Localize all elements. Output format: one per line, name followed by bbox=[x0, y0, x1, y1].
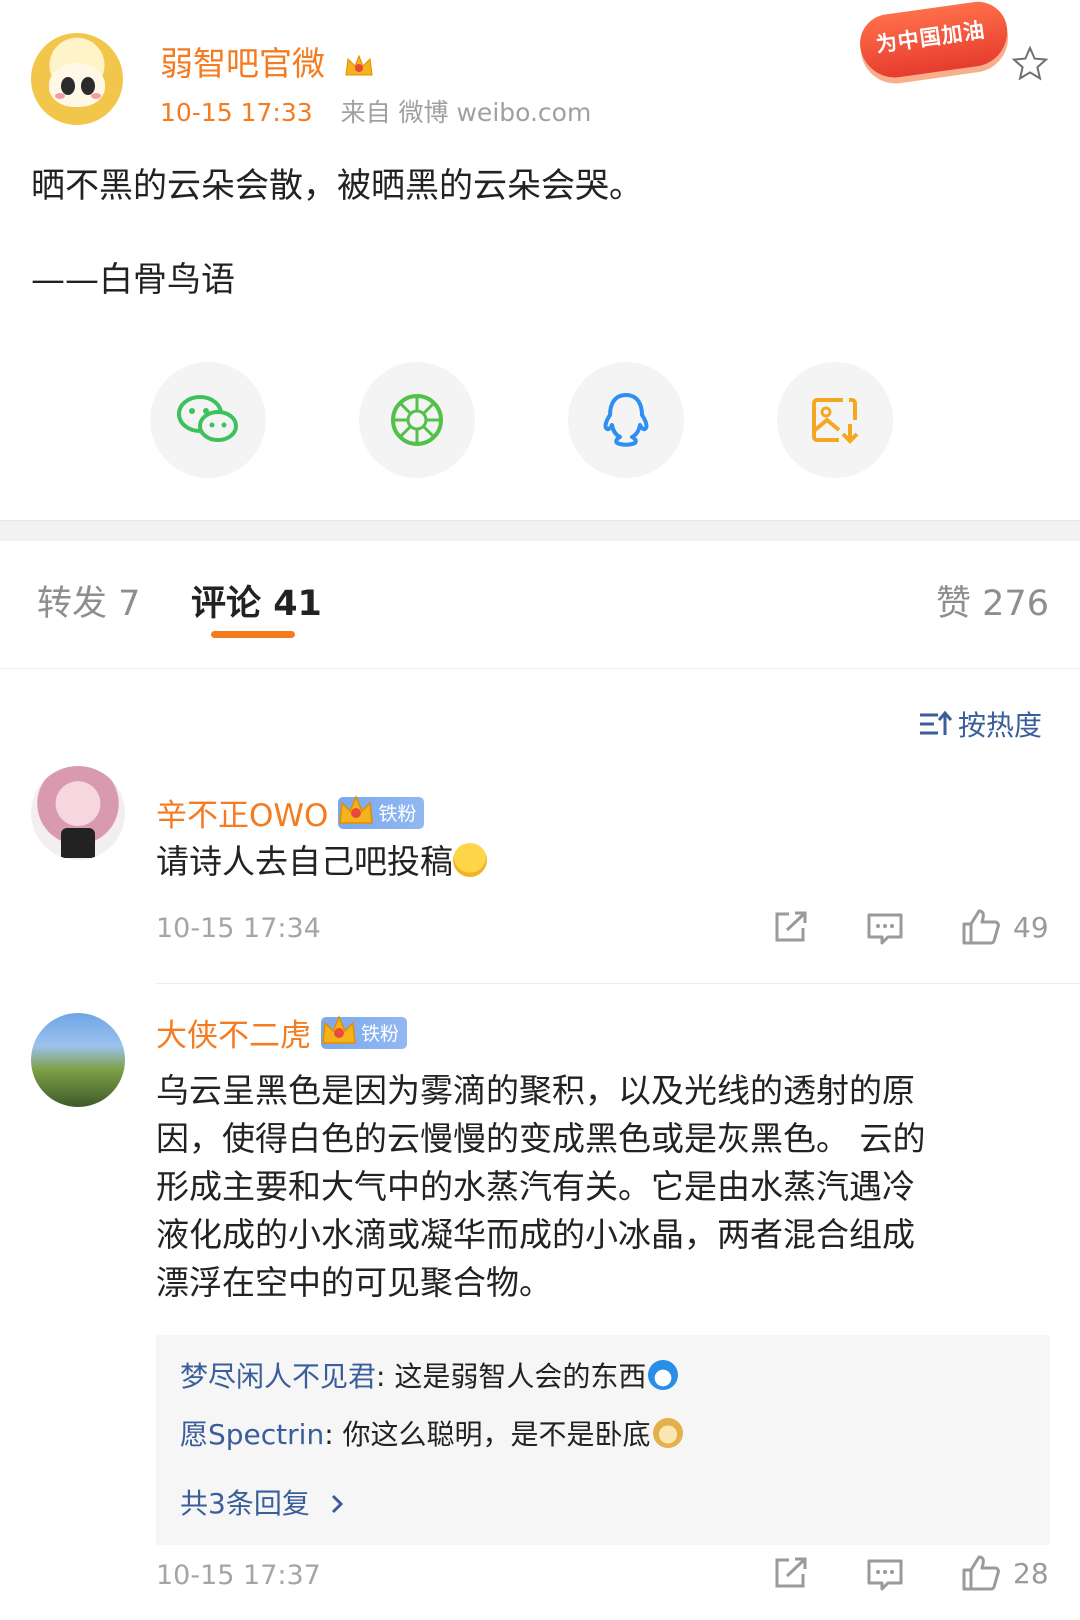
comment-icon bbox=[867, 1559, 903, 1591]
view-all-replies-link[interactable]: 共3条回复 bbox=[180, 1482, 347, 1522]
tab-repost[interactable]: 转发 7 bbox=[37, 575, 140, 626]
comment-avatar[interactable] bbox=[31, 1013, 125, 1107]
qq-icon bbox=[603, 393, 649, 447]
sort-icon bbox=[920, 710, 952, 735]
comment-separator bbox=[156, 983, 1080, 984]
save-image-icon bbox=[812, 398, 859, 444]
poster-avatar[interactable] bbox=[31, 33, 123, 125]
thumbs-up-icon bbox=[962, 1555, 1000, 1591]
reply-item[interactable]: 愿Spectrin: 你这么聪明，是不是卧底 bbox=[180, 1413, 683, 1453]
comment-author[interactable]: 辛不正OWO 铁粉 bbox=[156, 790, 425, 835]
comment-time: 10-15 17:34 bbox=[156, 913, 321, 944]
tab-divider bbox=[0, 668, 1080, 669]
poster-name[interactable]: 弱智吧官微 bbox=[160, 37, 374, 85]
comment-like-button[interactable]: 49 bbox=[961, 908, 1049, 946]
comment-repost-button[interactable] bbox=[773, 1556, 809, 1590]
reply-preview-box[interactable]: 梦尽闲人不见君: 这是弱智人会的东西 愿Spectrin: 你这么聪明，是不是卧… bbox=[156, 1335, 1050, 1545]
save-image-button[interactable] bbox=[777, 362, 893, 478]
comment-author[interactable]: 大侠不二虎 铁粉 bbox=[156, 1010, 408, 1055]
tab-likes[interactable]: 赞 276 bbox=[936, 575, 1049, 626]
comment-avatar[interactable] bbox=[31, 766, 125, 860]
post-text-line-2: ——白骨鸟语 bbox=[31, 260, 235, 300]
vip-crown-icon bbox=[344, 54, 373, 75]
comment-text: 请诗人去自己吧投稿 bbox=[156, 838, 1046, 886]
share-wechat-button[interactable] bbox=[150, 362, 266, 478]
favorite-star-icon[interactable] bbox=[1010, 44, 1050, 84]
post-time: 10-15 17:33 bbox=[160, 98, 313, 127]
wechat-icon bbox=[177, 395, 238, 442]
doraemon-emoji-icon bbox=[648, 1360, 679, 1390]
share-qq-button[interactable] bbox=[568, 362, 684, 478]
sort-by-hot-button[interactable]: 按热度 bbox=[918, 704, 1042, 744]
post-text-line-1: 晒不黑的云朵会散，被晒黑的云朵会哭。 bbox=[31, 166, 643, 206]
tab-comments[interactable]: 评论 41 bbox=[191, 575, 322, 626]
active-tab-indicator bbox=[211, 631, 295, 638]
comment-text: 乌云呈黑色是因为雾滴的聚积，以及光线的透射的原 因，使得白色的云慢慢的变成黑色或… bbox=[156, 1071, 926, 1302]
iron-fan-badge: 铁粉 bbox=[321, 1014, 408, 1049]
share-moments-button[interactable] bbox=[359, 362, 475, 478]
moments-icon bbox=[391, 394, 443, 446]
thumbs-up-icon bbox=[962, 909, 1000, 945]
cheer-badge: 为中国加油 bbox=[856, 0, 1012, 82]
post-source: 来自 微博 weibo.com bbox=[340, 98, 592, 127]
iron-fan-badge: 铁粉 bbox=[338, 794, 425, 829]
fan-crown-icon bbox=[322, 1014, 356, 1044]
comment-time: 10-15 17:37 bbox=[156, 1560, 321, 1591]
section-divider bbox=[0, 520, 1080, 541]
doge-emoji-icon bbox=[652, 1418, 683, 1448]
comment-reply-button[interactable] bbox=[866, 1558, 904, 1592]
post-meta: 10-15 17:33 来自 微博 weibo.com bbox=[160, 93, 591, 129]
repost-icon bbox=[775, 911, 807, 942]
comment-reply-button[interactable] bbox=[866, 912, 904, 946]
repost-icon bbox=[775, 1557, 807, 1588]
comment-icon bbox=[867, 913, 903, 945]
chevron-right-icon bbox=[331, 1494, 343, 1514]
comment-repost-button[interactable] bbox=[773, 910, 809, 944]
reply-item[interactable]: 梦尽闲人不见君: 这是弱智人会的东西 bbox=[180, 1355, 679, 1395]
pleading-emoji-icon bbox=[453, 843, 487, 877]
fan-crown-icon bbox=[339, 794, 374, 824]
comment-like-button[interactable]: 28 bbox=[961, 1554, 1049, 1592]
